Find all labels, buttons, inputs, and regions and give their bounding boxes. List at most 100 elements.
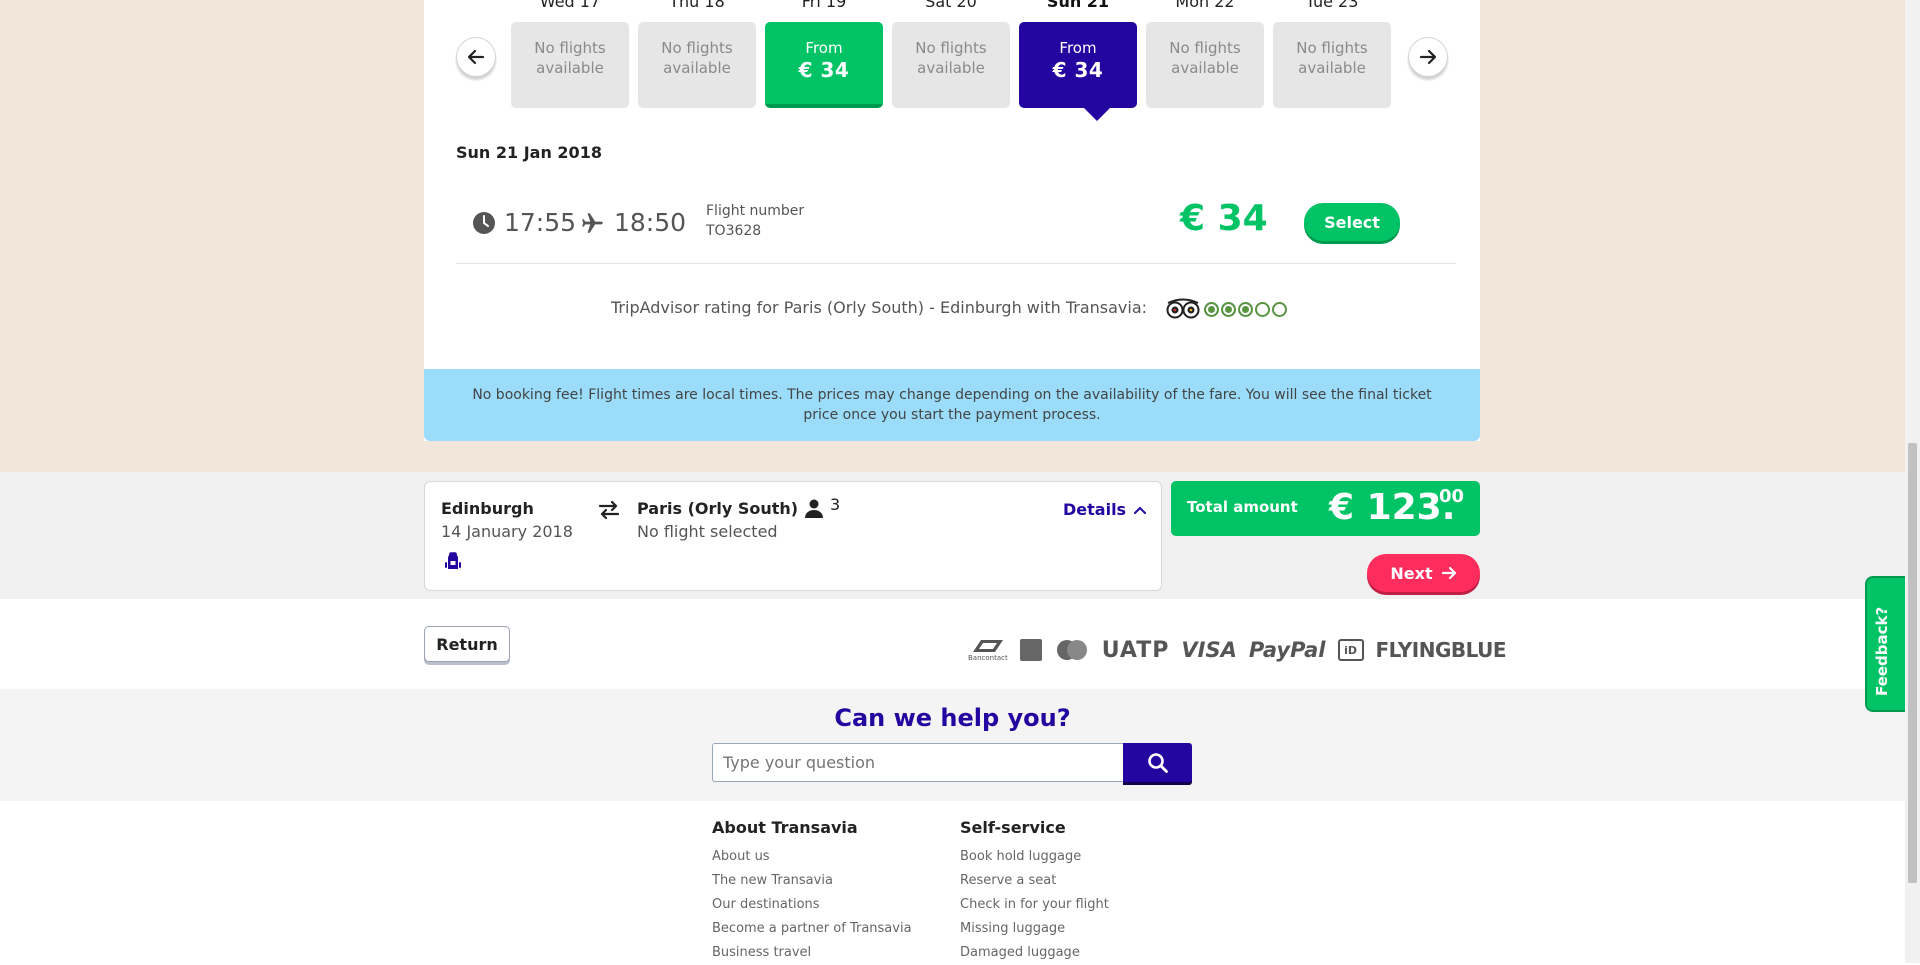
date-option-from: From xyxy=(1059,39,1097,57)
details-toggle[interactable]: Details xyxy=(1063,500,1148,519)
return-button[interactable]: Return xyxy=(424,626,510,662)
footer-link[interactable]: Reserve a seat xyxy=(960,869,1109,893)
date-label: Fri 19 xyxy=(801,0,847,11)
ideal-logo: iD xyxy=(1337,639,1364,661)
date-option-tue[interactable]: No flights available xyxy=(1273,22,1391,108)
select-flight-button[interactable]: Select xyxy=(1304,203,1400,241)
date-option-sat[interactable]: No flights available xyxy=(892,22,1010,108)
date-option-mon[interactable]: No flights available xyxy=(1146,22,1264,108)
selected-date-pointer xyxy=(1084,108,1110,121)
rating-bubbles xyxy=(1204,299,1289,318)
date-label: Mon 22 xyxy=(1175,0,1235,11)
rating-bubble-empty xyxy=(1272,301,1287,317)
chevron-up-icon xyxy=(1134,506,1147,514)
rating-bubble-filled xyxy=(1238,301,1253,317)
passenger-count: 3 xyxy=(830,495,841,514)
date-option-from: From xyxy=(805,39,843,57)
date-option-text: No flights xyxy=(1169,39,1241,57)
search-icon xyxy=(1147,752,1168,773)
next-dates-button[interactable] xyxy=(1408,37,1448,77)
swap-direction-icon xyxy=(598,500,620,520)
rating-bubble-filled xyxy=(1204,301,1219,317)
date-option-sun-selected[interactable]: From € 34 xyxy=(1019,22,1137,108)
rating-bubble-filled xyxy=(1221,301,1236,317)
date-option-text: No flights xyxy=(661,39,733,57)
amex-logo xyxy=(1019,639,1042,661)
bancontact-icon xyxy=(972,640,1003,652)
date-option-price: € 34 xyxy=(798,58,850,82)
luggage-icon xyxy=(445,552,461,569)
flyingblue-logo: FLYINGBLUE xyxy=(1375,638,1507,662)
flight-number-label: Flight number xyxy=(706,203,805,219)
rating-bubble-empty xyxy=(1255,301,1270,317)
footer-link[interactable]: Our destinations xyxy=(712,893,912,917)
date-option-text: No flights xyxy=(1296,39,1368,57)
help-search-input[interactable] xyxy=(712,743,1123,782)
details-label: Details xyxy=(1063,500,1127,519)
date-option-wed[interactable]: No flights available xyxy=(511,22,629,108)
arrow-right-icon xyxy=(1441,566,1456,580)
tripadvisor-owl-icon xyxy=(1166,298,1200,319)
total-amount-cents: 00 xyxy=(1439,486,1465,507)
total-amount-value: € 123. xyxy=(1329,487,1456,528)
uatp-logo: UATP xyxy=(1101,637,1170,663)
date-label-selected: Sun 21 xyxy=(1046,0,1110,11)
date-option-text: available xyxy=(917,59,985,77)
payment-methods: Bancontact UATP VISA PayPal iD FLYINGBLU… xyxy=(968,634,1507,666)
arrow-right-icon xyxy=(1419,49,1437,65)
passenger-icon xyxy=(805,499,823,518)
footer-link[interactable]: Become a partner of Transavia xyxy=(712,917,912,941)
tripadvisor-rating xyxy=(1164,297,1289,319)
destination-city: Paris (Orly South) xyxy=(637,499,799,518)
footer-link[interactable]: Check in for your flight xyxy=(960,893,1109,917)
feedback-tab[interactable]: Feedback? xyxy=(1865,576,1905,712)
date-option-thu[interactable]: No flights available xyxy=(638,22,756,108)
bancontact-label: Bancontact xyxy=(968,654,1008,662)
date-option-text: available xyxy=(663,59,731,77)
total-amount-label: Total amount xyxy=(1187,498,1298,516)
footer-link[interactable]: Damaged luggage xyxy=(960,941,1109,965)
total-amount-box: Total amount € 123. 00 xyxy=(1171,481,1480,536)
arrow-left-icon xyxy=(467,49,485,65)
footer-self-service-title: Self-service xyxy=(960,818,1066,837)
info-banner: No booking fee! Flight times are local t… xyxy=(424,369,1480,441)
help-title: Can we help you? xyxy=(834,704,1071,732)
next-label: Next xyxy=(1390,563,1433,583)
scrollbar-thumb[interactable] xyxy=(1908,443,1917,883)
clock-icon xyxy=(473,212,495,234)
origin-city: Edinburgh xyxy=(441,499,534,518)
date-option-fri[interactable]: From € 34 xyxy=(765,22,883,108)
booking-summary-card: Edinburgh 14 January 2018 Paris (Orly So… xyxy=(424,481,1162,591)
footer-self-service-column: Self-service Book hold luggage Reserve a… xyxy=(960,818,1109,965)
footer-link[interactable]: Missing luggage xyxy=(960,917,1109,941)
mastercard-logo xyxy=(1056,640,1087,660)
feedback-label: Feedback? xyxy=(1873,606,1891,696)
date-label: Thu 18 xyxy=(669,0,725,11)
arrival-time: 18:50 xyxy=(614,208,687,237)
help-search-button[interactable] xyxy=(1123,743,1192,782)
tripadvisor-rating-text: TripAdvisor rating for Paris (Orly South… xyxy=(611,298,1148,317)
previous-dates-button[interactable] xyxy=(456,37,496,77)
date-label: Sat 20 xyxy=(925,0,977,11)
outbound-date: 14 January 2018 xyxy=(441,522,573,541)
return-flight-status: No flight selected xyxy=(637,522,778,541)
visa-logo: VISA xyxy=(1181,638,1237,662)
footer-link[interactable]: Business travel xyxy=(712,941,912,965)
footer-link[interactable]: The new Transavia xyxy=(712,869,912,893)
footer-link[interactable]: Book hold luggage xyxy=(960,845,1109,869)
date-option-text: No flights xyxy=(915,39,987,57)
flight-results-card: Wed 17 No flights available Thu 18 No fli… xyxy=(424,0,1480,441)
departure-time: 17:55 xyxy=(504,208,577,237)
flight-number: TO3628 xyxy=(706,223,762,239)
footer-about-column: About Transavia About us The new Transav… xyxy=(712,818,912,965)
date-label: Wed 17 xyxy=(539,0,601,11)
bancontact-logo: Bancontact xyxy=(968,638,1008,662)
date-option-text: No flights xyxy=(534,39,606,57)
footer-link[interactable]: About us xyxy=(712,845,912,869)
selected-date-heading: Sun 21 Jan 2018 xyxy=(456,143,602,162)
footer-about-title: About Transavia xyxy=(712,818,858,837)
date-option-text: available xyxy=(1298,59,1366,77)
plane-icon xyxy=(582,213,603,233)
flight-price: € 34 xyxy=(1180,198,1268,239)
next-button[interactable]: Next xyxy=(1367,554,1480,592)
